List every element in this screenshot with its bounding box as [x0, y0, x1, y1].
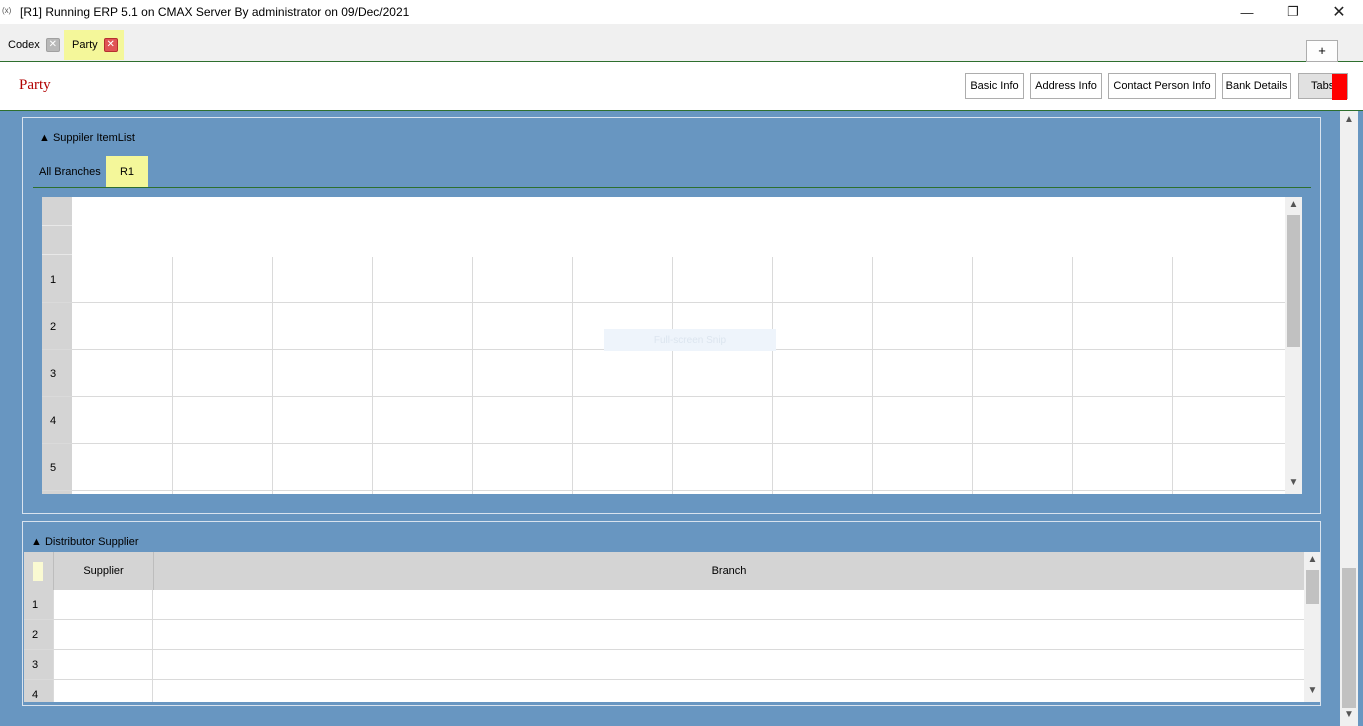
grid-header: Supplier Branch: [24, 552, 1304, 590]
tab-codex-close-icon[interactable]: ✕: [45, 38, 60, 52]
scroll-thumb[interactable]: [1342, 568, 1356, 708]
column-divider: [1072, 257, 1073, 494]
header-cell: [42, 197, 72, 226]
row-number: 2: [50, 320, 57, 333]
column-divider: [872, 257, 873, 494]
column-divider: [372, 257, 373, 494]
supplier-item-grid: 1 2 3 4 5 Full-screen Snip ▲ ▼: [42, 197, 1302, 494]
column-header-supplier[interactable]: Supplier: [53, 552, 153, 590]
column-divider: [672, 257, 673, 494]
app-icon: (x): [2, 6, 12, 15]
row-number: 1: [32, 599, 39, 611]
content-area: ▲ Suppiler ItemList All Branches R1 1 2 …: [0, 111, 1363, 726]
document-tab-bar: Codex ✕ Party ✕ +: [0, 24, 1363, 62]
tabs-red-marker: [1332, 74, 1347, 100]
snip-overlay: Full-screen Snip: [604, 329, 776, 351]
column-divider: [272, 257, 273, 494]
close-window-button[interactable]: ✕: [1316, 0, 1362, 24]
row-number: 2: [32, 629, 39, 641]
scroll-thumb[interactable]: [1287, 215, 1300, 347]
tab-r1[interactable]: R1: [106, 156, 148, 187]
scroll-thumb[interactable]: [1306, 570, 1319, 604]
distributor-supplier-toggle[interactable]: ▲ Distributor Supplier: [31, 536, 138, 548]
supplier-cell[interactable]: [53, 590, 153, 620]
title-bar: (x) [R1] Running ERP 5.1 on CMAX Server …: [0, 0, 1363, 24]
column-divider: [1172, 257, 1173, 494]
select-all-cell[interactable]: [33, 562, 43, 581]
scroll-down-icon[interactable]: ▼: [1304, 685, 1320, 701]
column-divider: [572, 257, 573, 494]
row-number: 1: [50, 273, 57, 286]
table-row[interactable]: 5: [42, 444, 1285, 491]
tab-all-branches[interactable]: All Branches: [39, 156, 101, 187]
table-row[interactable]: 1: [42, 256, 1285, 303]
supplier-itemlist-panel: ▲ Suppiler ItemList All Branches R1 1 2 …: [22, 117, 1321, 514]
tab-party[interactable]: Party ✕: [64, 30, 124, 60]
contact-person-info-button[interactable]: Contact Person Info: [1108, 73, 1216, 99]
scroll-up-icon[interactable]: ▲: [1340, 114, 1358, 130]
table-row[interactable]: 3: [42, 350, 1285, 397]
minimize-icon: —: [1240, 4, 1254, 20]
tab-codex-label: Codex: [8, 39, 40, 51]
scroll-down-icon[interactable]: ▼: [1285, 477, 1302, 493]
scroll-up-icon[interactable]: ▲: [1285, 199, 1302, 215]
basic-info-button[interactable]: Basic Info: [965, 73, 1024, 99]
table-row[interactable]: 1: [24, 590, 1304, 620]
new-tab-button[interactable]: +: [1306, 40, 1338, 62]
tabs-button[interactable]: Tabs: [1298, 73, 1348, 100]
column-divider: [172, 257, 173, 494]
supplier-cell[interactable]: [53, 650, 153, 680]
column-divider: [772, 257, 773, 494]
table-row[interactable]: 4: [42, 397, 1285, 444]
page-title: Party: [19, 77, 51, 93]
window-title: [R1] Running ERP 5.1 on CMAX Server By a…: [20, 5, 410, 19]
table-row[interactable]: 3: [24, 650, 1304, 680]
column-divider: [972, 257, 973, 494]
maximize-button[interactable]: ❐: [1270, 0, 1316, 24]
tab-codex[interactable]: Codex ✕: [0, 30, 66, 60]
close-icon: ✕: [1332, 4, 1346, 21]
distributor-supplier-panel: ▲ Distributor Supplier Supplier Branch 1…: [22, 521, 1321, 706]
main-scrollbar[interactable]: ▲ ▼: [1340, 111, 1358, 726]
supplier-grid-scrollbar[interactable]: ▲ ▼: [1285, 197, 1302, 494]
supplier-cell[interactable]: [53, 680, 153, 702]
row-number: 4: [32, 689, 39, 701]
column-header-branch[interactable]: Branch: [153, 552, 1304, 590]
header-cell: [42, 226, 72, 255]
scroll-up-icon[interactable]: ▲: [1304, 554, 1320, 570]
distributor-supplier-grid: Supplier Branch 1 2 3 4 ▲ ▼: [24, 552, 1320, 702]
tab-party-close-icon[interactable]: ✕: [103, 38, 118, 52]
tabs-button-label: Tabs: [1311, 80, 1335, 92]
table-row[interactable]: 4: [24, 680, 1304, 702]
row-number: 4: [50, 414, 57, 427]
scroll-down-icon[interactable]: ▼: [1340, 709, 1358, 725]
address-info-button[interactable]: Address Info: [1030, 73, 1102, 99]
minimize-button[interactable]: —: [1224, 0, 1270, 24]
column-divider: [472, 257, 473, 494]
row-number: 5: [50, 461, 57, 474]
restore-icon: ❐: [1287, 4, 1299, 19]
branch-tab-bar: All Branches R1: [33, 155, 1311, 188]
supplier-itemlist-toggle[interactable]: ▲ Suppiler ItemList: [39, 132, 135, 144]
page-header: Party Basic Info Address Info Contact Pe…: [0, 62, 1363, 111]
table-row[interactable]: 2: [24, 620, 1304, 650]
bank-details-button[interactable]: Bank Details: [1222, 73, 1291, 99]
distributor-grid-scrollbar[interactable]: ▲ ▼: [1304, 552, 1320, 702]
supplier-cell[interactable]: [53, 620, 153, 650]
row-number: 3: [32, 659, 39, 671]
erp-window: (x) [R1] Running ERP 5.1 on CMAX Server …: [0, 0, 1363, 726]
tab-party-label: Party: [72, 39, 98, 51]
row-number: 3: [50, 367, 57, 380]
